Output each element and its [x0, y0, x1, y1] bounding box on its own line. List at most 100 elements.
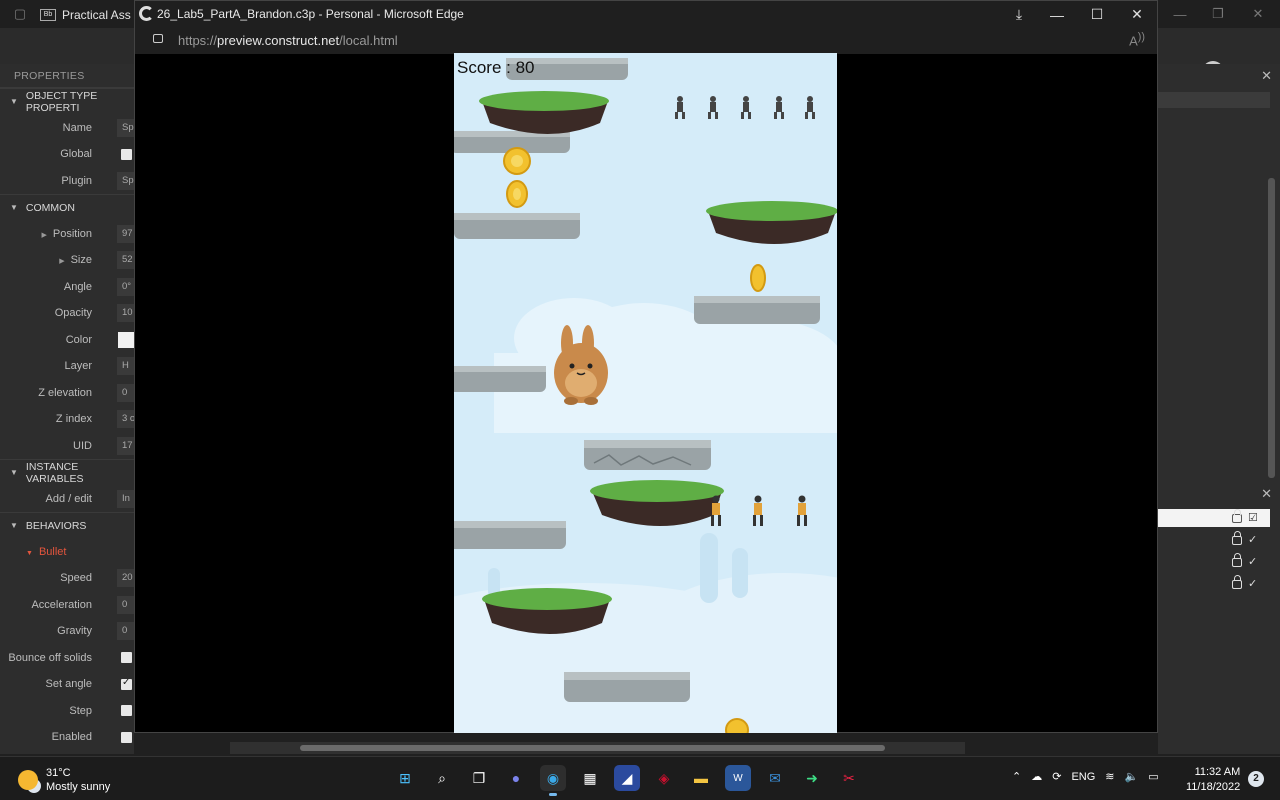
- lock-icon[interactable]: [1232, 553, 1242, 567]
- section-title: INSTANCE VARIABLES: [25, 460, 84, 485]
- collapse-triangle-icon[interactable]: ▼: [10, 97, 18, 106]
- tab-actions-icon[interactable]: ▢: [0, 0, 40, 28]
- property-label-text: Acceleration: [31, 598, 92, 611]
- color-swatch[interactable]: [118, 331, 134, 348]
- property-label: Angle: [0, 281, 102, 293]
- task-view-icon[interactable]: ❐: [466, 765, 492, 791]
- editor-horizontal-scrollbar[interactable]: [230, 742, 965, 754]
- panel-search-field[interactable]: [1158, 92, 1270, 108]
- property-checkbox[interactable]: [121, 148, 132, 160]
- outer-restore-icon[interactable]: ❐: [1198, 0, 1238, 28]
- layer-row-2-controls[interactable]: ✓: [1232, 531, 1257, 546]
- sync-icon[interactable]: ⟳: [1052, 770, 1061, 783]
- edge-icon[interactable]: ◉: [540, 765, 566, 796]
- properties-body: ▼ OBJECT TYPE PROPERTI Name Sp Global Plugin S…: [0, 88, 137, 751]
- mcafee-icon[interactable]: ◈: [651, 765, 677, 791]
- show-hidden-icons-icon[interactable]: ⌃: [1012, 770, 1021, 783]
- property-checkbox[interactable]: [121, 677, 132, 690]
- grass-platform: [706, 201, 837, 244]
- property-row: Z index 3 o: [0, 406, 137, 433]
- outer-tab[interactable]: Bb Practical Ass: [40, 4, 131, 26]
- stone-platform: [454, 366, 546, 392]
- expand-triangle-icon[interactable]: ▶: [59, 258, 64, 265]
- start-icon[interactable]: ⊞: [392, 765, 418, 791]
- notification-badge[interactable]: 2: [1248, 771, 1264, 787]
- language-indicator[interactable]: ENG: [1071, 771, 1095, 783]
- visible-check-icon[interactable]: ✓: [1248, 533, 1257, 546]
- creative-app-icon[interactable]: ◢: [614, 765, 640, 791]
- maximize-button[interactable]: ☐: [1077, 1, 1117, 28]
- layers-close-icon[interactable]: ✕: [1261, 486, 1272, 502]
- weather-condition: Mostly sunny: [46, 781, 111, 793]
- collapse-triangle-icon[interactable]: ▼: [10, 468, 18, 477]
- layer-row-4-controls[interactable]: ✓: [1232, 575, 1257, 590]
- lock-icon[interactable]: [1232, 575, 1242, 589]
- snipping-tool-icon[interactable]: ✂: [836, 765, 862, 791]
- store-icon[interactable]: ▦: [577, 765, 603, 791]
- collapse-triangle-icon[interactable]: ▼: [10, 203, 18, 212]
- section-header[interactable]: ▼ INSTANCE VARIABLES: [0, 459, 134, 486]
- clock[interactable]: 11:32 AM 11/18/2022: [1186, 765, 1240, 795]
- property-label-text: Position: [52, 227, 92, 240]
- minimize-button[interactable]: —: [1037, 1, 1077, 28]
- enemy-soldier: [708, 96, 718, 119]
- coin: [725, 718, 749, 733]
- property-label: Speed: [0, 572, 102, 584]
- padlock-icon[interactable]: [153, 34, 163, 43]
- url-text[interactable]: https://preview.construct.net/local.html: [178, 33, 398, 48]
- lock-icon[interactable]: [1232, 531, 1242, 545]
- property-label-text: Opacity: [54, 307, 92, 320]
- search-icon[interactable]: ⌕: [429, 765, 455, 791]
- property-checkbox[interactable]: [121, 705, 132, 717]
- layer-row-1-controls[interactable]: ☑: [1232, 509, 1258, 524]
- visible-check-icon[interactable]: ✓: [1248, 577, 1257, 590]
- read-aloud-icon[interactable]: A)): [1129, 31, 1145, 48]
- property-label: ▶ Size: [0, 254, 102, 266]
- taskbar-apps: ⊞ ⌕ ❐ ● ◉ ▦ ◢ ◈ ▬ W ✉ ➜ ✂: [392, 765, 862, 796]
- expand-triangle-icon[interactable]: ▶: [41, 232, 46, 239]
- visible-check-icon[interactable]: ✓: [1248, 555, 1257, 568]
- property-checkbox[interactable]: [121, 731, 132, 743]
- outer-close-icon[interactable]: ✕: [1238, 0, 1278, 28]
- property-label[interactable]: ▼ Bullet: [0, 546, 102, 558]
- ide-icon[interactable]: ➜: [799, 765, 825, 791]
- game-canvas[interactable]: Score : 80: [454, 53, 837, 733]
- property-row: ▶ Size 52: [0, 247, 137, 274]
- panel-close-icon[interactable]: ✕: [1261, 68, 1272, 84]
- layer-row-3-controls[interactable]: ✓: [1232, 553, 1257, 568]
- property-label-text: Angle: [63, 280, 92, 293]
- volume-icon[interactable]: 🔈: [1125, 770, 1139, 783]
- visible-check-icon[interactable]: ☑: [1248, 511, 1258, 524]
- chat-icon[interactable]: ●: [503, 765, 529, 791]
- property-row: Gravity 0: [0, 618, 137, 645]
- lock-icon[interactable]: [1232, 509, 1242, 523]
- outer-minimize-icon[interactable]: —: [1160, 0, 1200, 28]
- weather-widget[interactable]: 31°C Mostly sunny: [18, 766, 110, 794]
- property-label-text: Global: [60, 148, 92, 161]
- panel-scrollbar[interactable]: [1268, 178, 1275, 478]
- property-label-text: Color: [65, 333, 92, 346]
- enemy-soldier: [675, 96, 685, 119]
- address-bar[interactable]: https://preview.construct.net/local.html…: [135, 28, 1157, 54]
- property-checkbox[interactable]: [121, 652, 132, 664]
- property-row: Layer H: [0, 353, 137, 380]
- section-header[interactable]: ▼ COMMON: [0, 194, 134, 221]
- close-button[interactable]: ✕: [1117, 1, 1157, 28]
- section-header[interactable]: ▼ OBJECT TYPE PROPERTI: [0, 88, 134, 115]
- file-explorer-icon[interactable]: ▬: [688, 765, 714, 791]
- word-icon[interactable]: W: [725, 765, 751, 791]
- wifi-icon[interactable]: ≋: [1105, 770, 1114, 783]
- property-label: Z elevation: [0, 387, 102, 399]
- expand-triangle-icon[interactable]: ▼: [26, 550, 33, 557]
- section-header[interactable]: ▼ BEHAVIORS: [0, 512, 134, 539]
- collapse-triangle-icon[interactable]: ▼: [10, 521, 18, 530]
- url-scheme: https://: [178, 33, 218, 48]
- scrollbar-thumb[interactable]: [300, 745, 885, 751]
- battery-icon[interactable]: ▭: [1148, 770, 1158, 783]
- mail-icon[interactable]: ✉: [762, 765, 788, 791]
- property-label-text: Set angle: [45, 678, 92, 691]
- enemy-warrior: [797, 495, 807, 526]
- property-label: Z index: [0, 413, 102, 425]
- download-complete-icon[interactable]: ⤓: [999, 1, 1039, 28]
- onedrive-icon[interactable]: ☁: [1031, 770, 1042, 783]
